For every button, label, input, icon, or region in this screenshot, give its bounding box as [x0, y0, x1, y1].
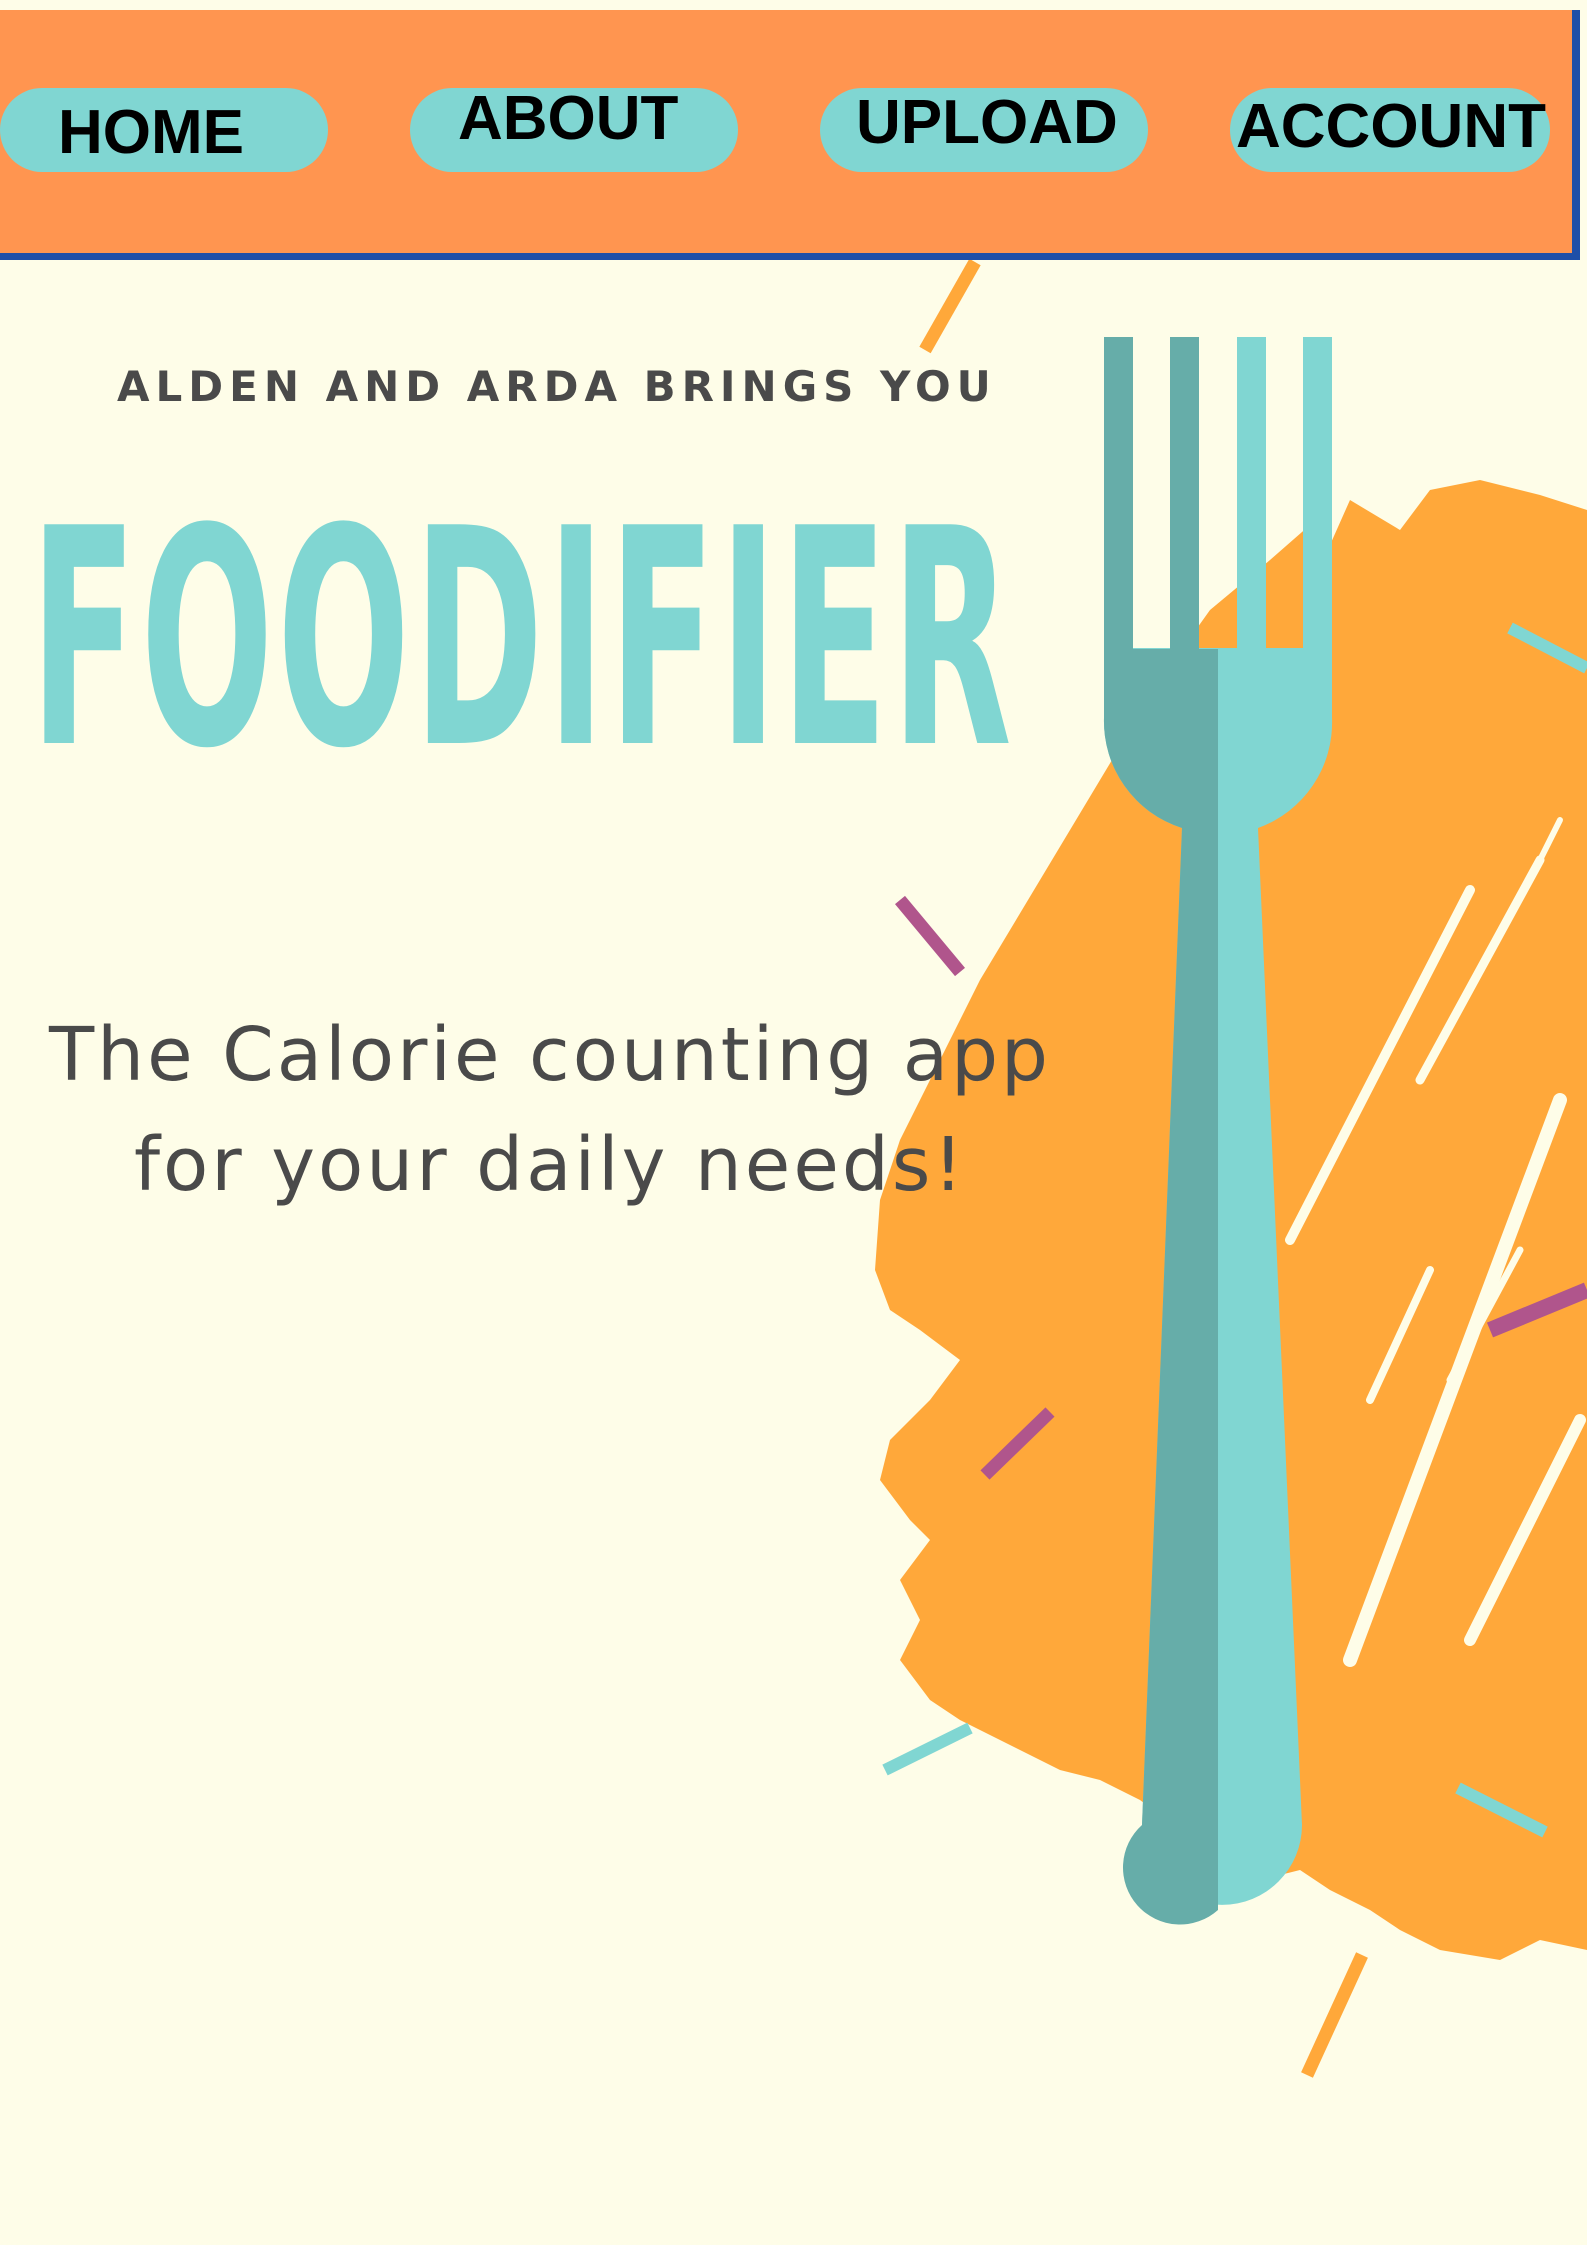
nav-about-label: ABOUT [458, 84, 679, 153]
nav-home-button[interactable]: HOME [0, 88, 328, 172]
nav-upload-label: UPLOAD [856, 88, 1118, 157]
sprinkle [1301, 1952, 1368, 2078]
sprinkle [895, 895, 965, 977]
nav-account-label: ACCOUNT [1236, 92, 1546, 161]
tagline: ALDEN AND ARDA BRINGS YOU [117, 362, 997, 411]
subtitle-line-2: for your daily needs! [133, 1122, 967, 1208]
nav-about-button[interactable]: ABOUT [410, 88, 738, 172]
nav-account-button[interactable]: ACCOUNT [1230, 88, 1550, 172]
subtitle: The Calorie counting app for your daily … [20, 1000, 1080, 1220]
app-title: FOODIFIER [30, 465, 1016, 814]
sprinkle [919, 258, 981, 354]
sprinkle [882, 1722, 973, 1776]
subtitle-line-1: The Calorie counting app [48, 1012, 1052, 1098]
nav-home-label: HOME [58, 98, 244, 167]
navbar: HOME ABOUT UPLOAD ACCOUNT [0, 10, 1580, 260]
nav-upload-button[interactable]: UPLOAD [820, 88, 1148, 172]
